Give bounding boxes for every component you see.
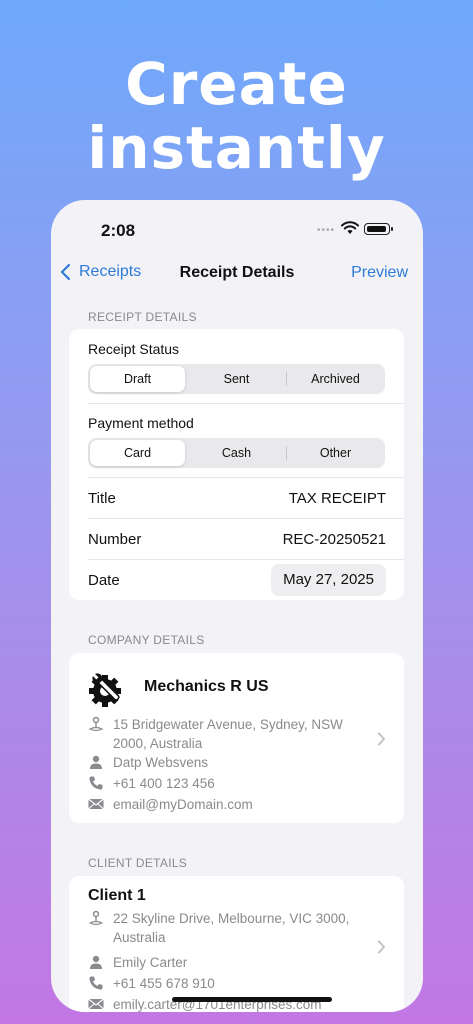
client-address: 22 Skyline Drive, Melbourne, VIC 3000, A… — [113, 911, 350, 945]
map-pin-icon — [88, 910, 104, 926]
company-email: email@myDomain.com — [113, 797, 253, 812]
receipt-details-header: RECEIPT DETAILS — [88, 310, 197, 324]
row-divider — [88, 518, 404, 519]
date-label: Date — [88, 572, 120, 589]
receipt-status-label: Receipt Status — [88, 341, 180, 357]
company-details-header: COMPANY DETAILS — [88, 633, 205, 647]
client-contact-row: Emily Carter — [88, 953, 363, 972]
status-option-draft[interactable]: Draft — [90, 366, 185, 392]
company-phone: +61 400 123 456 — [113, 776, 215, 791]
chevron-right-icon — [378, 732, 385, 746]
client-phone: +61 455 678 910 — [113, 976, 215, 991]
status-option-archived[interactable]: Archived — [288, 366, 383, 392]
payment-method-segmented-control: Card Cash Other — [88, 438, 385, 468]
battery-icon — [364, 223, 393, 235]
status-option-sent[interactable]: Sent — [189, 366, 284, 392]
payment-option-card[interactable]: Card — [90, 440, 185, 466]
client-address-row: 22 Skyline Drive, Melbourne, VIC 3000, A… — [88, 909, 363, 947]
segment-divider — [286, 446, 287, 460]
company-address-row: 15 Bridgewater Avenue, Sydney, NSW 2000,… — [88, 715, 363, 753]
home-indicator[interactable] — [172, 997, 332, 1002]
row-divider — [88, 477, 404, 478]
signal-icon: •••• — [317, 225, 336, 236]
headline-line-1: Create — [125, 50, 348, 118]
client-name: Client 1 — [88, 887, 146, 904]
phone-icon — [89, 776, 103, 790]
phone-screen: 2:08 •••• Receipts Receipt Details Previ… — [51, 200, 423, 1012]
client-contact: Emily Carter — [113, 955, 188, 970]
payment-option-cash[interactable]: Cash — [189, 440, 284, 466]
client-details-card[interactable]: Client 1 22 Skyline Drive, Melbourne, VI… — [69, 876, 404, 1012]
payment-option-other[interactable]: Other — [288, 440, 383, 466]
company-address: 15 Bridgewater Avenue, Sydney, NSW 2000,… — [113, 717, 343, 751]
title-value[interactable]: TAX RECEIPT — [289, 490, 386, 507]
company-contact: Datp Websvens — [113, 755, 209, 770]
phone-icon — [89, 976, 103, 990]
company-name: Mechanics R US — [144, 678, 269, 695]
number-label: Number — [88, 531, 142, 548]
headline-line-2: instantly — [87, 114, 386, 182]
company-phone-row: +61 400 123 456 — [88, 774, 363, 793]
receipt-details-card: Receipt Status Draft Sent Archived Payme… — [69, 329, 404, 600]
gear-wrench-icon — [89, 673, 121, 707]
status-bar: 2:08 •••• — [51, 200, 423, 250]
person-icon — [90, 955, 102, 969]
segment-divider — [286, 372, 287, 386]
row-divider — [88, 559, 404, 560]
envelope-icon — [88, 798, 104, 810]
headline: Create instantly — [0, 52, 473, 180]
client-phone-row: +61 455 678 910 — [88, 974, 363, 993]
date-picker-button[interactable]: May 27, 2025 — [271, 564, 386, 596]
map-pin-icon — [88, 716, 104, 732]
status-time: 2:08 — [101, 221, 136, 240]
wifi-icon — [341, 221, 359, 234]
preview-button[interactable]: Preview — [351, 264, 408, 282]
title-label: Title — [88, 490, 116, 507]
receipt-status-segmented-control: Draft Sent Archived — [88, 364, 385, 394]
row-divider — [88, 403, 404, 404]
envelope-icon — [88, 998, 104, 1010]
client-details-header: CLIENT DETAILS — [88, 856, 188, 870]
company-email-row: email@myDomain.com — [88, 795, 363, 814]
company-contact-row: Datp Websvens — [88, 753, 363, 772]
person-icon — [90, 755, 102, 769]
navigation-bar: Receipts Receipt Details Preview — [51, 256, 423, 290]
company-details-card[interactable]: Mechanics R US 15 Bridgewater Avenue, Sy… — [69, 653, 404, 823]
number-value[interactable]: REC-20250521 — [283, 531, 386, 548]
payment-method-label: Payment method — [88, 415, 194, 431]
chevron-right-icon — [378, 940, 385, 954]
